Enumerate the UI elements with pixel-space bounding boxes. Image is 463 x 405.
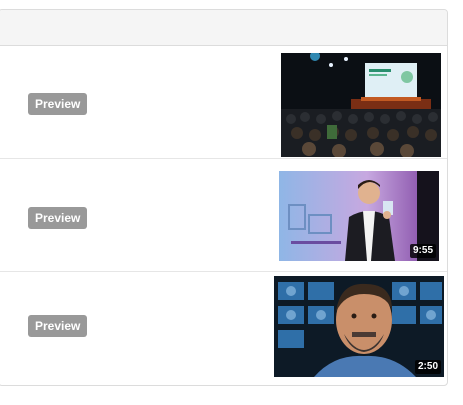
- video-thumbnail[interactable]: [281, 53, 441, 157]
- preview-button[interactable]: Preview: [28, 207, 88, 229]
- panel-header: [0, 10, 447, 46]
- video-row: Preview: [0, 159, 447, 272]
- conference-audience-image: [281, 53, 441, 157]
- video-row: Preview: [0, 46, 447, 159]
- video-row: Preview: [0, 272, 447, 385]
- video-thumbnail[interactable]: 2:50: [274, 276, 444, 377]
- video-thumbnail[interactable]: 9:55: [279, 171, 439, 261]
- video-duration: 9:55: [409, 244, 436, 258]
- video-duration: 2:50: [414, 360, 441, 374]
- preview-button[interactable]: Preview: [28, 315, 88, 337]
- preview-button[interactable]: Preview: [28, 93, 88, 115]
- video-list-panel: Preview Preview 9:55 Preview 2:50: [0, 9, 448, 386]
